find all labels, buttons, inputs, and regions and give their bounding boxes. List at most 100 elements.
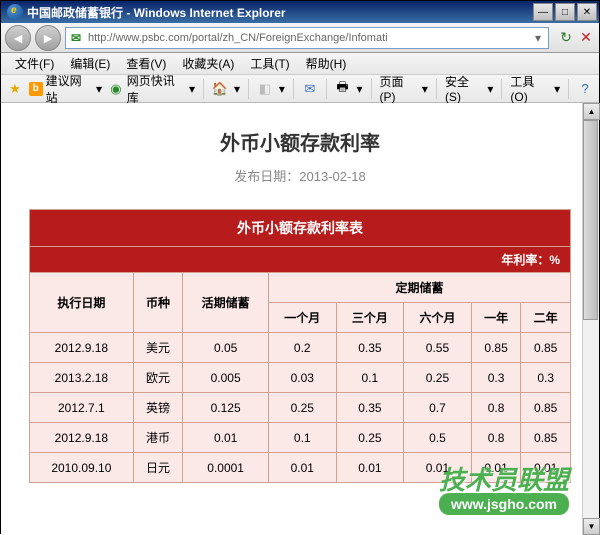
- col-exec-date: 执行日期: [30, 273, 134, 333]
- scrollbar[interactable]: ▲ ▼: [582, 103, 599, 535]
- cell-date: 2012.9.18: [30, 423, 134, 453]
- url-text: http://www.psbc.com/portal/zh_CN/Foreign…: [88, 32, 530, 44]
- webslice-icon: ◉: [108, 81, 124, 97]
- dropdown-icon[interactable]: ▾: [356, 82, 362, 96]
- scrollbar-thumb[interactable]: [583, 120, 598, 320]
- page-menu[interactable]: 页面(P) ▾: [379, 73, 427, 104]
- scroll-down-button[interactable]: ▼: [583, 518, 600, 535]
- tools-menu[interactable]: 工具(O) ▾: [510, 73, 560, 104]
- print-icon[interactable]: 🖶: [335, 81, 351, 97]
- separator: [568, 79, 569, 99]
- unit-label: 年利率：%: [30, 247, 571, 273]
- address-bar: ◄ ► ✉ http://www.psbc.com/portal/zh_CN/F…: [1, 23, 599, 53]
- stop-button[interactable]: ✕: [577, 29, 595, 47]
- cell-demand: 0.005: [183, 363, 269, 393]
- cell-demand: 0.01: [183, 423, 269, 453]
- table-row: 2012.9.18美元0.050.20.350.550.850.85: [30, 333, 571, 363]
- col-m3: 三个月: [336, 303, 404, 333]
- safety-label: 安全(S): [445, 73, 484, 104]
- home-icon[interactable]: 🏠: [212, 81, 228, 97]
- cell-m3: 0.35: [336, 333, 404, 363]
- menu-tools[interactable]: 工具(T): [242, 53, 297, 74]
- cell-currency: 英镑: [133, 393, 183, 423]
- dropdown-icon: ▾: [422, 82, 428, 96]
- tools-label: 工具(O): [510, 73, 551, 104]
- cell-demand: 0.05: [183, 333, 269, 363]
- content-area: 外币小额存款利率 发布日期：2013-02-18 外币小额存款利率表 年利率：%…: [1, 103, 599, 535]
- separator: [293, 79, 294, 99]
- cell-m1: 0.25: [268, 393, 336, 423]
- cell-date: 2012.9.18: [30, 333, 134, 363]
- table-row: 2012.7.1英镑0.1250.250.350.70.80.85: [30, 393, 571, 423]
- ie-icon: [7, 4, 23, 20]
- col-currency: 币种: [133, 273, 183, 333]
- dropdown-icon: ▾: [96, 82, 102, 96]
- cell-m1: 0.1: [268, 423, 336, 453]
- col-demand: 活期储蓄: [183, 273, 269, 333]
- site-icon: ✉: [68, 30, 84, 46]
- minimize-button[interactable]: —: [533, 3, 553, 21]
- url-input-wrap[interactable]: ✉ http://www.psbc.com/portal/zh_CN/Forei…: [65, 27, 549, 49]
- cell-y2: 0.3: [521, 363, 571, 393]
- favorites-bar: ★ b 建议网站 ▾ ◉ 网页快讯库 ▾ 🏠 ▾ ◧ ▾ ✉ 🖶 ▾ 页面(P)…: [1, 75, 599, 103]
- favorites-icon[interactable]: ★: [7, 81, 23, 97]
- cell-m6: 0.25: [404, 363, 472, 393]
- dropdown-icon[interactable]: ▾: [234, 82, 240, 96]
- separator: [203, 79, 204, 99]
- mail-icon[interactable]: ✉: [302, 81, 318, 97]
- cell-m1: 0.03: [268, 363, 336, 393]
- cell-m1: 0.01: [268, 453, 336, 483]
- rss-icon[interactable]: ◧: [257, 81, 273, 97]
- cell-currency: 日元: [133, 453, 183, 483]
- help-icon[interactable]: ?: [577, 81, 593, 97]
- col-m6: 六个月: [404, 303, 472, 333]
- scroll-up-button[interactable]: ▲: [583, 103, 600, 120]
- cell-m3: 0.1: [336, 363, 404, 393]
- webslice-label: 网页快讯库: [127, 72, 186, 106]
- page-date: 发布日期：2013-02-18: [29, 166, 571, 185]
- cell-demand: 0.125: [183, 393, 269, 423]
- cell-m1: 0.2: [268, 333, 336, 363]
- cell-y1: 0.8: [471, 393, 521, 423]
- webslice-link[interactable]: ◉ 网页快讯库 ▾: [108, 72, 195, 106]
- cell-date: 2010.09.10: [30, 453, 134, 483]
- page-label: 页面(P): [379, 73, 418, 104]
- rate-table: 外币小额存款利率表 年利率：% 执行日期 币种 活期储蓄 定期储蓄 一个月 三个…: [29, 209, 571, 483]
- cell-y2: 0.85: [521, 393, 571, 423]
- table-row: 2012.9.18港币0.010.10.250.50.80.85: [30, 423, 571, 453]
- watermark-url: www.jsgho.com: [439, 493, 569, 515]
- cell-currency: 欧元: [133, 363, 183, 393]
- separator: [436, 79, 437, 99]
- cell-demand: 0.0001: [183, 453, 269, 483]
- suggested-sites-link[interactable]: b 建议网站 ▾: [29, 72, 102, 106]
- dropdown-icon: ▾: [189, 82, 195, 96]
- cell-m6: 0.55: [404, 333, 472, 363]
- nav-controls: ↻ ✕: [557, 29, 595, 47]
- cell-m3: 0.35: [336, 393, 404, 423]
- cell-date: 2012.7.1: [30, 393, 134, 423]
- page-title: 外币小额存款利率: [29, 127, 571, 156]
- back-button[interactable]: ◄: [5, 25, 31, 51]
- url-dropdown-icon[interactable]: ▾: [530, 31, 546, 45]
- suggested-label: 建议网站: [46, 72, 93, 106]
- cell-currency: 美元: [133, 333, 183, 363]
- separator: [371, 79, 372, 99]
- titlebar: 中国邮政储蓄银行 - Windows Internet Explorer — □…: [1, 1, 599, 23]
- window-buttons: — □ ✕: [533, 3, 597, 21]
- separator: [326, 79, 327, 99]
- col-fixed: 定期储蓄: [268, 273, 570, 303]
- forward-button[interactable]: ►: [35, 25, 61, 51]
- menu-help[interactable]: 帮助(H): [298, 53, 355, 74]
- cell-currency: 港币: [133, 423, 183, 453]
- col-y2: 二年: [521, 303, 571, 333]
- safety-menu[interactable]: 安全(S) ▾: [445, 73, 493, 104]
- cell-y1: 0.85: [471, 333, 521, 363]
- cell-date: 2013.2.18: [30, 363, 134, 393]
- col-y1: 一年: [471, 303, 521, 333]
- close-button[interactable]: ✕: [577, 3, 597, 21]
- refresh-button[interactable]: ↻: [557, 29, 575, 47]
- cell-y2: 0.01: [521, 453, 571, 483]
- maximize-button[interactable]: □: [555, 3, 575, 21]
- cell-y2: 0.85: [521, 333, 571, 363]
- dropdown-icon[interactable]: ▾: [279, 82, 285, 96]
